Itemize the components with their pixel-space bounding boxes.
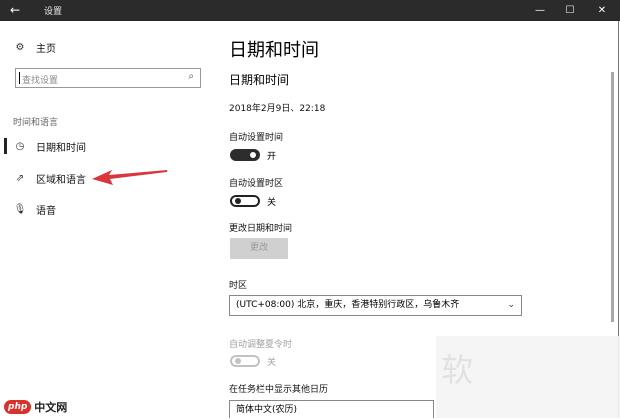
gear-icon: ⚙ [15, 41, 25, 53]
watermark-char: 软 [441, 351, 474, 389]
change-datetime-label: 更改日期和时间 [229, 224, 293, 234]
sidebar-item-speech[interactable]: 🎙 语音 [13, 199, 56, 219]
chevron-down-icon: ⌄ [507, 300, 515, 310]
sidebar-home-label: 主页 [36, 43, 56, 55]
auto-time-toggle[interactable] [230, 149, 260, 161]
dst-toggle[interactable] [230, 355, 260, 367]
calendar-value: 简体中文(农历) [236, 405, 298, 415]
auto-zone-label: 自动设置时区 [229, 179, 284, 189]
auto-zone-toggle[interactable] [230, 195, 260, 207]
auto-zone-state: 关 [267, 198, 277, 208]
auto-time-state: 开 [267, 152, 277, 162]
sidebar-item-label: 日期和时间 [36, 142, 86, 154]
timezone-value: (UTC+08:00) 北京，重庆，香港特别行政区，乌鲁木齐 [236, 300, 460, 310]
sidebar-item-date-time[interactable]: ◷ 日期和时间 [13, 136, 86, 156]
section-title: 日期和时间 [229, 73, 290, 87]
timezone-select[interactable]: (UTC+08:00) 北京，重庆，香港特别行政区，乌鲁木齐 ⌄ [229, 295, 522, 316]
title-bar: ← 设置 — ☐ ✕ [0, 0, 620, 21]
change-button[interactable]: 更改 [230, 238, 288, 259]
calendar-clock-icon: ◷ [15, 140, 25, 152]
logo-text: 中文网 [34, 401, 68, 414]
auto-time-label: 自动设置时间 [229, 133, 284, 143]
page-title: 日期和时间 [229, 40, 319, 61]
logo-badge: php [4, 400, 32, 414]
text-caret [19, 72, 20, 84]
dst-label: 自动调整夏令时 [229, 340, 293, 350]
toggle-knob [235, 358, 241, 364]
sidebar-item-label: 语音 [36, 205, 56, 217]
scrollbar[interactable] [611, 72, 614, 322]
current-datetime: 2018年2月9日、22:18 [229, 104, 326, 114]
microphone-icon: 🎙 [13, 203, 27, 215]
search-icon[interactable]: ⌕ [188, 71, 194, 82]
annotation-arrow [92, 170, 167, 185]
calendar-label: 在任务栏中显示其他日历 [229, 385, 329, 395]
region-icon: ⇗ [15, 172, 25, 184]
calendar-select[interactable]: 简体中文(农历) [229, 400, 434, 418]
window-title: 设置 [44, 7, 63, 17]
toggle-knob [235, 198, 241, 204]
minimize-button[interactable]: — [525, 0, 555, 21]
maximize-button[interactable]: ☐ [555, 0, 585, 21]
sidebar-item-region-language[interactable]: ⇗ 区域和语言 [13, 168, 86, 188]
search-placeholder: 查找设置 [22, 76, 59, 86]
selection-indicator [4, 138, 7, 154]
sidebar-group-label: 时间和语言 [13, 118, 59, 128]
sidebar-home[interactable]: ⚙ 主页 [13, 37, 56, 57]
watermark-logo: php 中文网 [4, 399, 67, 415]
back-arrow-icon[interactable]: ← [10, 2, 20, 18]
timezone-label: 时区 [229, 281, 248, 291]
search-input[interactable]: 查找设置 ⌕ [15, 68, 201, 88]
sidebar-item-label: 区域和语言 [36, 174, 86, 186]
toggle-knob [250, 152, 256, 158]
dst-state: 关 [267, 358, 277, 368]
close-button[interactable]: ✕ [587, 0, 617, 21]
